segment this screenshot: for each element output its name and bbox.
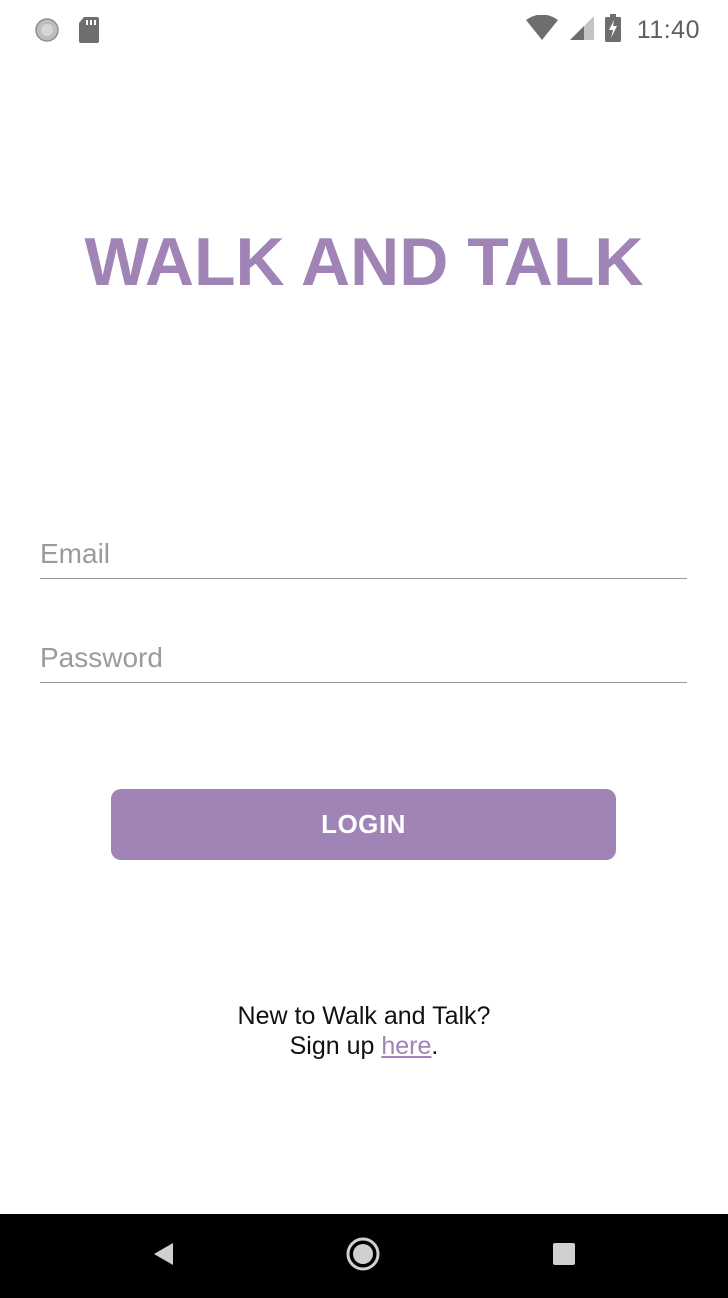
signup-prefix: Sign up xyxy=(289,1032,382,1060)
status-right-icons: 11:40 xyxy=(525,14,700,47)
recents-button[interactable] xyxy=(544,1236,584,1276)
back-button[interactable] xyxy=(143,1236,183,1276)
signup-link[interactable]: here xyxy=(381,1032,431,1060)
email-field[interactable] xyxy=(40,530,687,579)
battery-charging-icon xyxy=(604,14,621,47)
cell-signal-icon xyxy=(569,15,595,46)
password-field[interactable] xyxy=(40,634,687,683)
status-bar: 11:40 xyxy=(0,0,728,60)
login-screen: 11:40 WALK AND TALK LOGIN New to Walk an… xyxy=(0,0,728,1298)
login-button[interactable]: LOGIN xyxy=(111,789,616,860)
sd-card-icon xyxy=(78,16,100,49)
wifi-icon xyxy=(525,14,559,46)
home-icon xyxy=(345,1236,381,1277)
signup-suffix: . xyxy=(431,1032,439,1060)
back-icon xyxy=(151,1241,175,1272)
navigation-bar xyxy=(0,1214,728,1298)
status-left-icons xyxy=(34,16,100,49)
recents-icon xyxy=(552,1242,576,1271)
signup-line2: Sign up here. xyxy=(0,1031,728,1061)
loading-spinner-icon xyxy=(34,17,60,48)
signup-prompt: New to Walk and Talk? Sign up here. xyxy=(0,1001,728,1061)
app-title: WALK AND TALK xyxy=(84,224,644,300)
signup-line1: New to Walk and Talk? xyxy=(237,1002,491,1030)
home-button[interactable] xyxy=(343,1236,383,1276)
status-time: 11:40 xyxy=(636,16,700,44)
